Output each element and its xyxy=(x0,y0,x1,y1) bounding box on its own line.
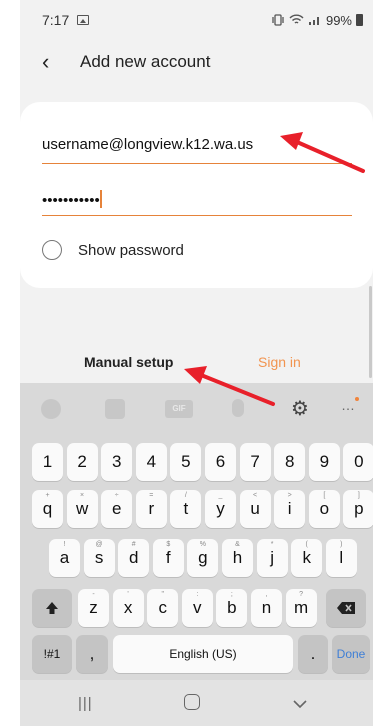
annotation-arrows xyxy=(184,132,365,406)
phone-screen: 7:17 99% ‹ Add new account username@long… xyxy=(20,0,373,726)
annotation-arrow-email xyxy=(280,132,365,173)
annotation-arrow-manual-setup xyxy=(184,366,275,406)
